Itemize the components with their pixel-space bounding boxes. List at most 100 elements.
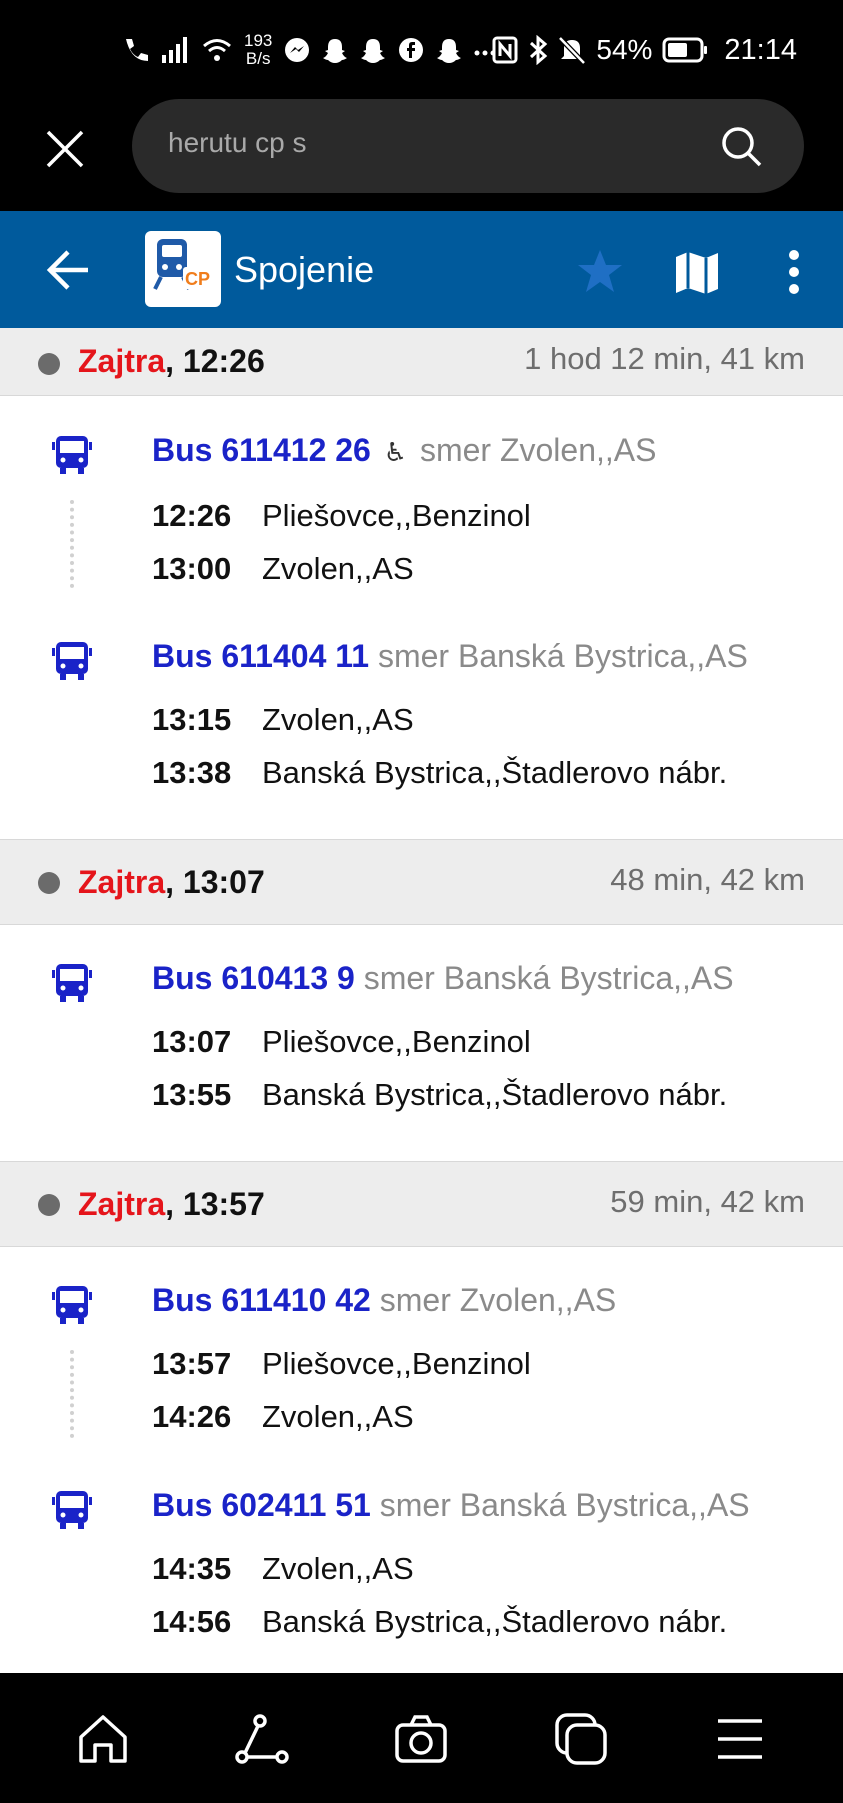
bus-line: Bus 610413 9: [152, 960, 355, 996]
stop-time: 14:56: [152, 1604, 232, 1639]
messenger-icon: [285, 38, 310, 62]
connection-time: , 13:57: [165, 1186, 265, 1222]
network-speed-unit: B/s: [245, 49, 271, 68]
facebook-icon: [399, 38, 424, 62]
browser-bottom-nav: [0, 1673, 843, 1803]
connection-departure: Zajtra, 13:07: [78, 864, 265, 901]
bluetooth-icon: [530, 35, 548, 65]
connections-list: Zajtra, 12:26 1 hod 12 min, 41 km Bus 61…: [0, 328, 843, 1673]
status-bar: 193 B/s 54% 21:14: [0, 0, 843, 96]
clock: 21:14: [724, 33, 797, 66]
bus-direction: smer Banská Bystrica,,AS: [379, 1487, 750, 1523]
stop-time: 13:15: [152, 702, 232, 737]
stop-time: 12:26: [152, 498, 232, 533]
back-arrow-icon[interactable]: [46, 247, 92, 293]
leg-line[interactable]: Bus 602411 51 smer Banská Bystrica,,AS: [152, 1487, 750, 1524]
wifi-icon: [203, 39, 231, 61]
star-icon[interactable]: [575, 247, 625, 297]
stop-time: 13:57: [152, 1346, 232, 1381]
connection-departure: Zajtra, 12:26: [78, 343, 265, 380]
signal-icon: [162, 37, 187, 63]
menu-icon[interactable]: [712, 1711, 768, 1767]
wheelchair-icon: ♿: [383, 437, 408, 467]
search-icon[interactable]: [720, 125, 764, 169]
home-icon[interactable]: [75, 1711, 131, 1767]
app-logo-text: CP: [185, 269, 211, 289]
connection-day: Zajtra: [78, 1186, 166, 1222]
stop-name: Banská Bystrica,,Štadlerovo nábr.: [262, 755, 728, 790]
stop-time: 13:38: [152, 755, 232, 790]
bus-icon: [52, 436, 92, 474]
status-dot: [38, 353, 60, 375]
connection-day: Zajtra: [78, 343, 166, 379]
map-icon[interactable]: [672, 247, 722, 297]
bus-line: Bus 602411 51: [152, 1487, 371, 1523]
more-vert-icon[interactable]: [776, 247, 812, 297]
connection-header[interactable]: Zajtra, 13:07 48 min, 42 km: [0, 839, 843, 925]
status-right: 54% 21:14: [492, 28, 797, 72]
stop-name: Pliešovce,,Benzinol: [262, 498, 531, 533]
connection-day: Zajtra: [78, 864, 166, 900]
stop-time: 13:00: [152, 551, 232, 586]
camera-icon[interactable]: [393, 1711, 449, 1767]
connection-header[interactable]: Zajtra, 13:57 59 min, 42 km: [0, 1161, 843, 1247]
stop-time: 14:35: [152, 1551, 232, 1586]
mute-icon: [558, 36, 587, 65]
bus-direction: smer Banská Bystrica,,AS: [377, 638, 748, 674]
app-logo: CP: [145, 231, 221, 307]
network-speed: 193 B/s: [244, 32, 272, 68]
connection-time: , 13:07: [165, 864, 265, 900]
tabs-icon[interactable]: [553, 1711, 609, 1767]
connection-time: , 12:26: [165, 343, 265, 379]
search-query[interactable]: herutu cp s: [168, 127, 307, 159]
stop-row: 13:38 Banská Bystrica,,Štadlerovo nábr.: [152, 755, 727, 791]
snapchat-icon: [361, 39, 386, 63]
stop-row: 12:26 Pliešovce,,Benzinol: [152, 498, 531, 534]
leg-line[interactable]: Bus 611404 11 smer Banská Bystrica,,AS: [152, 638, 748, 675]
snapchat-icon: [437, 39, 462, 63]
battery-icon: [662, 37, 708, 63]
stop-row: 13:55 Banská Bystrica,,Štadlerovo nábr.: [152, 1077, 727, 1113]
stop-name: Banská Bystrica,,Štadlerovo nábr.: [262, 1604, 728, 1639]
connection-duration: 48 min, 42 km: [610, 862, 805, 897]
stop-name: Pliešovce,,Benzinol: [262, 1024, 531, 1059]
connection-duration: 59 min, 42 km: [610, 1184, 805, 1219]
nfc-icon: [492, 36, 518, 64]
connection-departure: Zajtra, 13:57: [78, 1186, 265, 1223]
snapchat-icon: [323, 39, 348, 63]
stop-name: Pliešovce,,Benzinol: [262, 1346, 531, 1381]
bus-line: Bus 611404 11: [152, 638, 370, 674]
browser-bar: herutu cp s: [0, 96, 843, 211]
battery-percent: 54%: [596, 34, 653, 65]
stop-row: 13:57 Pliešovce,,Benzinol: [152, 1346, 531, 1382]
leg-line[interactable]: Bus 610413 9 smer Banská Bystrica,,AS: [152, 960, 734, 997]
stop-name: Zvolen,,AS: [262, 1551, 414, 1586]
bus-direction: smer Zvolen,,AS: [419, 432, 657, 468]
bus-icon: [52, 964, 92, 1002]
stop-row: 14:35 Zvolen,,AS: [152, 1551, 414, 1587]
stop-time: 13:07: [152, 1024, 232, 1059]
bus-icon: [52, 642, 92, 680]
bus-direction: smer Zvolen,,AS: [379, 1282, 617, 1318]
stop-name: Zvolen,,AS: [262, 551, 414, 586]
stop-row: 14:56 Banská Bystrica,,Štadlerovo nábr.: [152, 1604, 727, 1640]
stop-name: Zvolen,,AS: [262, 1399, 414, 1434]
bus-line: Bus 611410 42: [152, 1282, 371, 1318]
route-icon[interactable]: [234, 1711, 290, 1767]
bus-icon: [52, 1286, 92, 1324]
search-input[interactable]: herutu cp s: [132, 99, 804, 193]
status-dot: [38, 1194, 60, 1216]
leg-line[interactable]: Bus 611410 42 smer Zvolen,,AS: [152, 1282, 616, 1319]
transfer-connector: [70, 1350, 74, 1438]
status-icons: 193 B/s: [120, 28, 496, 72]
stop-row: 13:07 Pliešovce,,Benzinol: [152, 1024, 531, 1060]
page-title: Spojenie: [234, 249, 375, 290]
status-dot: [38, 872, 60, 894]
stop-row: 13:15 Zvolen,,AS: [152, 702, 414, 738]
connection-header[interactable]: Zajtra, 12:26 1 hod 12 min, 41 km: [0, 328, 843, 396]
leg-line[interactable]: Bus 611412 26 ♿ smer Zvolen,,AS: [152, 432, 656, 469]
bus-direction: smer Banská Bystrica,,AS: [363, 960, 734, 996]
close-icon[interactable]: [40, 124, 90, 174]
bus-icon: [52, 1491, 92, 1529]
stop-time: 14:26: [152, 1399, 232, 1434]
